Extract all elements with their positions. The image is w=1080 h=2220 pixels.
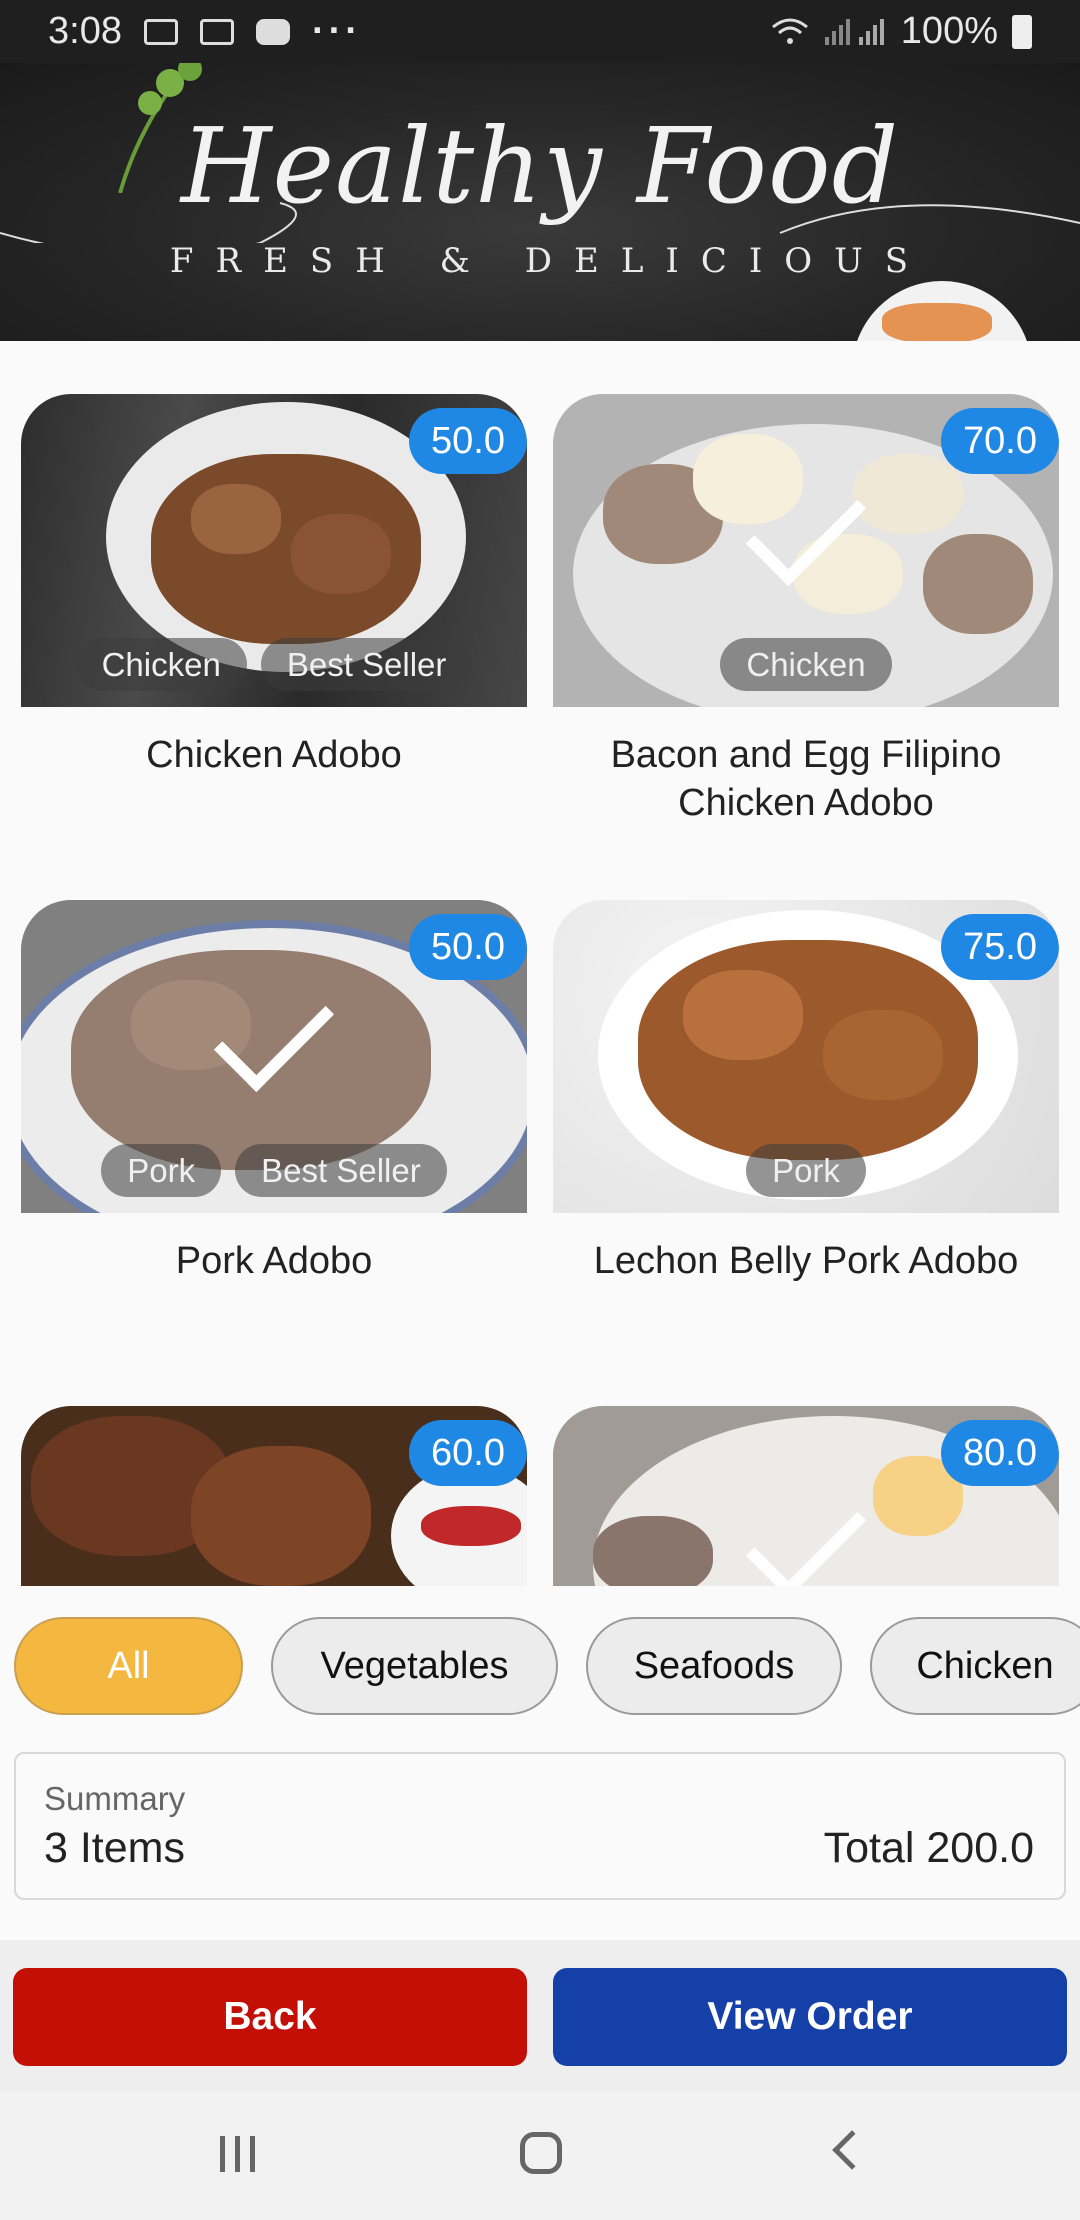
product-image: 60.0 [21, 1406, 527, 1586]
price-badge: 50.0 [409, 914, 527, 980]
more-notifications-icon: ··· [311, 10, 362, 52]
back-button[interactable]: Back [13, 1968, 527, 2066]
tag-list: Chicken Best Seller [21, 638, 527, 691]
battery-icon [1012, 14, 1032, 49]
product-image: 75.0 Pork [553, 900, 1059, 1213]
tag-list: Pork Best Seller [21, 1144, 527, 1197]
item-count: 3 Items [44, 1824, 185, 1872]
price-badge: 60.0 [409, 1420, 527, 1486]
status-bar: 3:08 ··· 100% [0, 0, 1080, 63]
category-tag: Chicken [75, 638, 247, 691]
tag-list: Chicken [553, 638, 1059, 691]
tag-list: Pork [553, 1144, 1059, 1197]
wifi-icon [771, 18, 808, 44]
battery-level: 100% [900, 10, 998, 52]
action-bar: Back View Order [0, 1940, 1080, 2092]
home-icon[interactable] [520, 2132, 562, 2174]
product-grid[interactable]: 50.0 Chicken Best Seller Chicken Adobo 7… [0, 341, 1080, 1586]
header-banner: Healthy Food FRESH & DELICIOUS [0, 63, 1080, 341]
banner-title: Healthy Food [180, 105, 900, 227]
category-tag: Pork [101, 1144, 222, 1197]
best-seller-tag: Best Seller [260, 638, 473, 691]
signal-icon [824, 18, 884, 45]
category-chip-chicken[interactable]: Chicken [870, 1617, 1080, 1715]
category-tag: Chicken [720, 638, 892, 691]
price-badge: 80.0 [941, 1420, 1059, 1486]
product-image: 50.0 Pork Best Seller [21, 900, 527, 1213]
best-seller-tag: Best Seller [235, 1144, 447, 1197]
view-order-button[interactable]: View Order [553, 1968, 1067, 2066]
banner-subtitle: FRESH & DELICIOUS [169, 241, 931, 281]
gmail-icon [199, 18, 234, 45]
product-image: 70.0 Chicken [553, 394, 1059, 707]
category-chip-all[interactable]: All [14, 1617, 243, 1715]
video-call-icon [143, 18, 178, 45]
price-badge: 50.0 [409, 408, 527, 474]
price-badge: 75.0 [941, 914, 1059, 980]
clock: 3:08 [48, 10, 122, 52]
youtube-icon [255, 18, 290, 45]
category-chip-seafoods[interactable]: Seafoods [586, 1617, 842, 1715]
product-name: Chicken Adobo [146, 734, 402, 776]
system-nav-bar [0, 2092, 1080, 2220]
product-image: 80.0 [553, 1406, 1059, 1586]
product-name: Lechon Belly Pork Adobo [593, 1240, 1019, 1282]
back-nav-icon[interactable] [832, 2130, 872, 2170]
product-image: 50.0 Chicken Best Seller [21, 394, 527, 707]
category-chip-vegetables[interactable]: Vegetables [271, 1617, 558, 1715]
order-summary: Summary 3 Items Total 200.0 [14, 1752, 1066, 1900]
order-total: Total 200.0 [823, 1824, 1034, 1872]
price-badge: 70.0 [941, 408, 1059, 474]
recent-apps-icon[interactable] [220, 2136, 260, 2172]
product-name: Bacon and Egg Filipino Chicken Adobo [610, 734, 1002, 824]
product-name: Pork Adobo [175, 1240, 373, 1282]
app-screen: 3:08 ··· 100% Healthy Food FRESH & DELIC… [0, 0, 1080, 2220]
category-filter-bar[interactable]: All Vegetables Seafoods Chicken [0, 1586, 1080, 1746]
category-tag: Pork [746, 1144, 866, 1197]
summary-label: Summary [44, 1780, 186, 1817]
dish-decoration [852, 281, 1032, 341]
